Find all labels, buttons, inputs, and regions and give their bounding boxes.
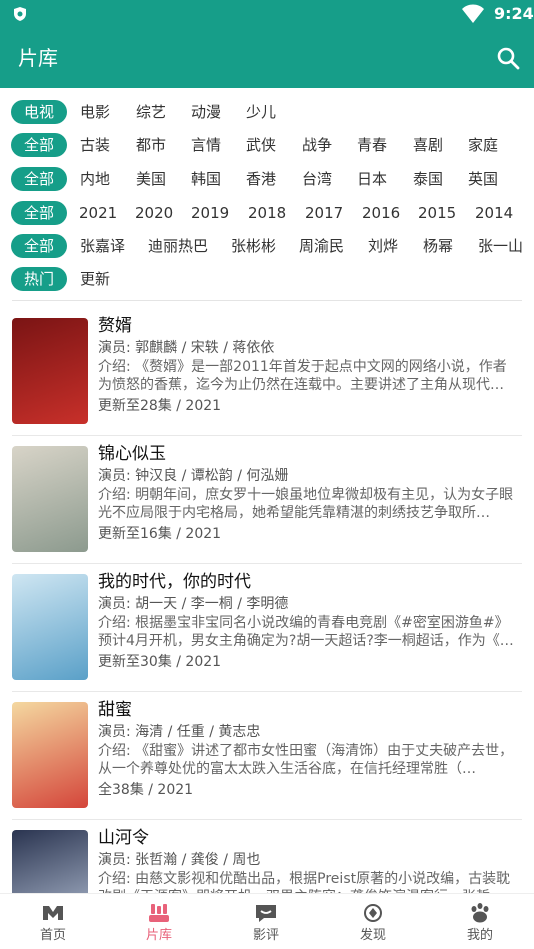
filter-row-region: 全部 内地 美国 韩国 香港 台湾 日本 泰国 英国 (0, 161, 534, 195)
bottom-tab-bar: 首页 片库 影评 发现 我的 (0, 893, 534, 949)
wifi-icon (462, 4, 484, 23)
tab-label: 发现 (359, 928, 386, 943)
show-intro: 介绍: 明朝年间，庶女罗十一娘虽地位卑微却极有主见，认为女子眼光不应局限于内宅格… (98, 487, 514, 521)
show-cast: 演员: 海清 / 任重 / 黄志忠 (98, 724, 261, 740)
filter-option[interactable]: 内地 (80, 167, 110, 191)
filter-option[interactable]: 2019 (191, 201, 229, 225)
filter-option[interactable]: 张彬彬 (231, 234, 276, 258)
show-intro: 介绍: 《赘婿》是一部2011年首发于起点中文网的网络小说，作者为愤怒的香蕉，迄… (98, 359, 507, 393)
filter-option[interactable]: 杨幂 (423, 234, 453, 258)
tab-discover[interactable]: 发现 (320, 894, 426, 949)
filter-option[interactable]: 美国 (136, 167, 166, 191)
filter-option[interactable]: 周渝民 (299, 234, 344, 258)
filter-option[interactable]: 青春 (357, 133, 387, 157)
discover-icon (364, 904, 382, 922)
filter-option[interactable]: 综艺 (136, 100, 166, 124)
shield-icon (14, 7, 26, 21)
filter-option[interactable]: 2016 (362, 201, 400, 225)
show-status: 全38集 / 2021 (98, 782, 194, 798)
search-icon[interactable] (496, 46, 520, 70)
filter-option[interactable]: 韩国 (191, 167, 221, 191)
poster-image (12, 446, 88, 552)
filter-option[interactable]: 张一山 (478, 234, 523, 258)
filter-option[interactable]: 英国 (468, 167, 498, 191)
filter-option[interactable]: 张嘉译 (80, 234, 125, 258)
show-status: 更新至28集 / 2021 (98, 398, 222, 414)
show-status: 更新至30集 / 2021 (98, 654, 222, 670)
tab-label: 片库 (145, 928, 172, 943)
show-title: 赘婿 (98, 316, 132, 336)
filter-option[interactable]: 更新 (80, 267, 110, 291)
filter-option[interactable]: 都市 (136, 133, 166, 157)
filter-selected-chip[interactable]: 全部 (11, 167, 67, 191)
filter-selected-chip[interactable]: 电视 (11, 100, 67, 124)
filter-option[interactable]: 少儿 (246, 100, 276, 124)
tab-label: 影评 (252, 928, 279, 943)
filter-option[interactable]: 2018 (248, 201, 286, 225)
filter-option[interactable]: 台湾 (302, 167, 332, 191)
status-bar: 9:24 (0, 0, 534, 28)
filter-option[interactable]: 武侠 (246, 133, 276, 157)
filter-selected-chip[interactable]: 全部 (11, 201, 67, 225)
tab-library[interactable]: 片库 (106, 894, 212, 949)
filter-row-genre: 全部 古装 都市 言情 武侠 战争 青春 喜剧 家庭 (0, 127, 534, 161)
status-time: 9:24 (494, 4, 534, 23)
home-m-icon (43, 906, 63, 920)
filter-option[interactable]: 电影 (80, 100, 110, 124)
filter-option[interactable]: 2021 (79, 201, 117, 225)
page-title: 片库 (18, 46, 58, 70)
filter-option[interactable]: 2015 (418, 201, 456, 225)
show-status: 更新至16集 / 2021 (98, 526, 222, 542)
show-cast: 演员: 张哲瀚 / 龚俊 / 周也 (98, 852, 261, 868)
show-cast: 演员: 钟汉良 / 谭松韵 / 何泓姗 (98, 468, 289, 484)
filter-option[interactable]: 迪丽热巴 (148, 234, 208, 258)
tab-review[interactable]: 影评 (213, 894, 319, 949)
poster-image (12, 318, 88, 424)
app-bar: 片库 (0, 28, 534, 88)
filter-option[interactable]: 香港 (246, 167, 276, 191)
filter-option[interactable]: 古装 (80, 133, 110, 157)
paw-profile-icon (471, 903, 489, 923)
filter-option[interactable]: 家庭 (468, 133, 498, 157)
filter-option[interactable]: 2017 (305, 201, 343, 225)
filter-selected-chip[interactable]: 热门 (11, 267, 67, 291)
show-title: 锦心似玉 (98, 444, 166, 464)
filter-option[interactable]: 战争 (302, 133, 332, 157)
list-item[interactable]: 甜蜜 演员: 海清 / 任重 / 黄志忠 介绍: 《甜蜜》讲述了都市女性田蜜（海… (0, 686, 534, 820)
filter-option[interactable]: 日本 (357, 167, 387, 191)
show-intro: 介绍: 《甜蜜》讲述了都市女性田蜜（海清饰）由于丈夫破产去世，从一个养尊处优的富… (98, 743, 514, 777)
filter-option[interactable]: 2020 (135, 201, 173, 225)
filter-selected-chip[interactable]: 全部 (11, 234, 67, 258)
library-icon (149, 904, 169, 922)
show-title: 甜蜜 (98, 700, 132, 720)
filter-row-actor: 全部 张嘉译 迪丽热巴 张彬彬 周渝民 刘烨 杨幂 张一山 (0, 228, 534, 262)
filter-option[interactable]: 泰国 (413, 167, 443, 191)
tab-mine[interactable]: 我的 (427, 894, 533, 949)
filter-row-type: 电视 电影 综艺 动漫 少儿 (0, 94, 534, 128)
filter-option[interactable]: 刘烨 (368, 234, 398, 258)
tab-home[interactable]: 首页 (0, 894, 106, 949)
show-cast: 演员: 胡一天 / 李一桐 / 李明德 (98, 596, 289, 612)
filter-row-year: 全部 2021 2020 2019 2018 2017 2016 2015 20… (0, 195, 534, 229)
filter-option[interactable]: 喜剧 (413, 133, 443, 157)
list-item[interactable]: 赘婿 演员: 郭麒麟 / 宋轶 / 蒋依依 介绍: 《赘婿》是一部2011年首发… (0, 302, 534, 436)
filter-selected-chip[interactable]: 全部 (11, 133, 67, 157)
list-item[interactable]: 锦心似玉 演员: 钟汉良 / 谭松韵 / 何泓姗 介绍: 明朝年间，庶女罗十一娘… (0, 430, 534, 564)
filter-option[interactable]: 动漫 (191, 100, 221, 124)
filter-divider (12, 300, 522, 301)
filter-option[interactable]: 言情 (191, 133, 221, 157)
poster-image (12, 702, 88, 808)
tab-label: 我的 (466, 928, 493, 943)
filter-option[interactable]: 2014 (475, 201, 513, 225)
filter-row-sort: 热门 更新 (0, 261, 534, 295)
show-intro: 介绍: 根据墨宝非宝同名小说改编的青春电竞剧《#密室困游鱼#》预计4月开机，男女… (98, 615, 514, 649)
show-title: 我的时代，你的时代 (98, 572, 251, 592)
review-icon (256, 905, 276, 922)
tab-label: 首页 (39, 928, 66, 943)
poster-image (12, 574, 88, 680)
list-item[interactable]: 我的时代，你的时代 演员: 胡一天 / 李一桐 / 李明德 介绍: 根据墨宝非宝… (0, 558, 534, 692)
show-cast: 演员: 郭麒麟 / 宋轶 / 蒋依依 (98, 340, 275, 356)
show-title: 山河令 (98, 828, 149, 848)
